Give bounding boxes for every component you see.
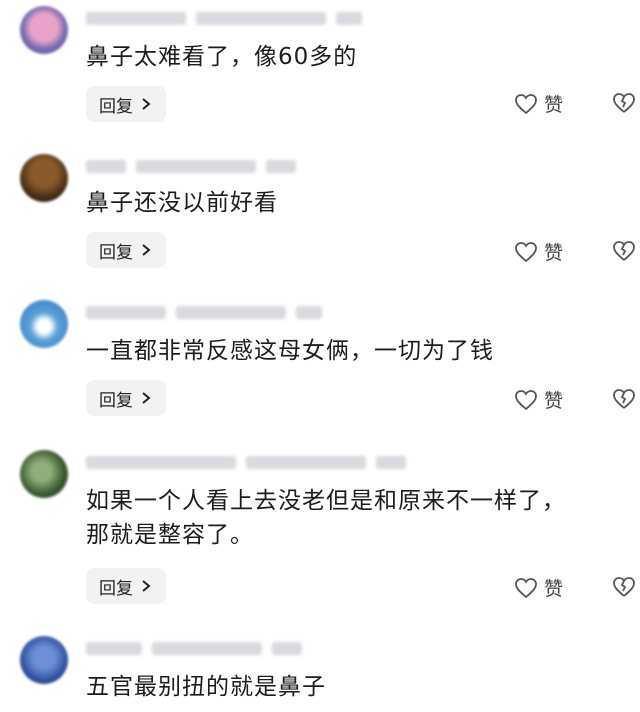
dislike-button[interactable]: [612, 388, 636, 410]
broken-heart-icon: [613, 389, 635, 409]
like-button[interactable]: 赞: [514, 574, 563, 601]
reply-label: 回复: [99, 96, 133, 117]
heart-outline-icon: [515, 93, 537, 114]
avatar[interactable]: [20, 6, 68, 54]
broken-heart-icon: [613, 241, 635, 261]
like-label: 赞: [544, 578, 564, 600]
reply-label: 回复: [99, 242, 133, 263]
comment-meta-blurred: [86, 304, 322, 320]
chevron-right-icon: [142, 244, 151, 256]
comment-text: 一直都非常反感这母女俩，一切为了钱: [86, 338, 494, 364]
reply-button[interactable]: 回复: [86, 568, 166, 604]
reply-button[interactable]: 回复: [86, 380, 166, 416]
heart-outline-icon: [515, 389, 537, 410]
reply-label: 回复: [99, 578, 133, 599]
reply-button[interactable]: 回复: [86, 86, 166, 122]
comment-text: 五官最别扭的就是鼻子: [86, 674, 326, 700]
avatar[interactable]: [20, 450, 68, 498]
like-button[interactable]: 赞: [514, 90, 563, 117]
broken-heart-icon: [613, 577, 635, 597]
comment-text: 鼻子还没以前好看: [86, 190, 278, 216]
chevron-right-icon: [142, 580, 151, 592]
heart-outline-icon: [515, 241, 537, 262]
comment-meta-blurred: [86, 640, 302, 656]
dislike-button[interactable]: [612, 576, 636, 598]
like-button[interactable]: 赞: [514, 238, 563, 265]
avatar[interactable]: [20, 154, 68, 202]
comment-meta-blurred: [86, 454, 406, 470]
like-label: 赞: [544, 390, 564, 412]
comment-text: 如果一个人看上去没老但是和原来不一样了， 那就是整容了。: [86, 488, 566, 548]
like-button[interactable]: 赞: [514, 386, 563, 413]
avatar[interactable]: [20, 300, 68, 348]
chevron-right-icon: [142, 98, 151, 110]
broken-heart-icon: [613, 93, 635, 113]
heart-outline-icon: [515, 577, 537, 598]
like-label: 赞: [544, 242, 564, 264]
chevron-right-icon: [142, 392, 151, 404]
reply-button[interactable]: 回复: [86, 232, 166, 268]
dislike-button[interactable]: [612, 92, 636, 114]
comment-meta-blurred: [86, 10, 362, 26]
avatar[interactable]: [20, 636, 68, 684]
like-label: 赞: [544, 94, 564, 116]
comment-meta-blurred: [86, 158, 296, 174]
reply-label: 回复: [99, 390, 133, 411]
comment-text: 鼻子太难看了，像60多的: [86, 44, 358, 70]
dislike-button[interactable]: [612, 240, 636, 262]
